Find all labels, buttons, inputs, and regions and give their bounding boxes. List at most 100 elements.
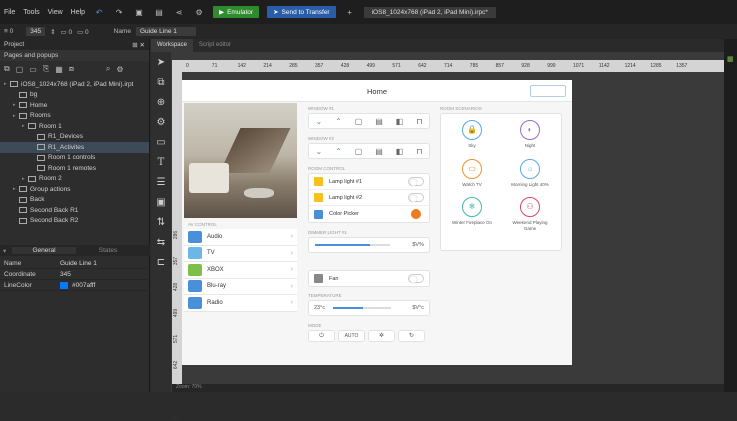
stop-square-icon[interactable]: ▢ (355, 117, 363, 126)
color-swatch-button[interactable] (411, 209, 421, 219)
tree-item[interactable]: ▸ Room 2 (0, 174, 149, 185)
add-popup-icon[interactable]: ▢ (16, 65, 24, 74)
tree-item[interactable]: Room 1 remotes (0, 163, 149, 174)
property-value[interactable]: #007afff (60, 281, 96, 289)
up-chevron-icon[interactable]: ⌃ (335, 147, 342, 156)
settings-gear-icon[interactable]: ⚙ (193, 6, 205, 18)
lamp1-toggle[interactable] (408, 177, 424, 186)
scroll-icon[interactable]: ⊏ (151, 252, 171, 272)
down-chevron-icon[interactable]: ⌄ (315, 117, 322, 126)
scenarios-grid: 🔒 Sky ◐ Night ▭ Watch TV ☼ Morning Light 40% ❄ Wi… (440, 113, 562, 251)
scenario-button[interactable]: 🔒 Sky (452, 120, 492, 149)
group-icon[interactable]: ▦ (55, 65, 63, 74)
gear-tool-icon[interactable]: ⚙ (151, 112, 171, 132)
redo-icon[interactable]: ↷ (113, 6, 125, 18)
tree-item[interactable]: R1_Activites (0, 142, 149, 153)
slider-icon[interactable]: ⇅ (151, 212, 171, 232)
save-icon[interactable]: ▤ (153, 6, 165, 18)
pointer-icon[interactable]: ➤ (151, 52, 171, 72)
tree-item[interactable]: ▸ Home (0, 100, 149, 111)
dimmer-value: $V% (412, 242, 424, 248)
tree-item[interactable]: Back (0, 195, 149, 206)
refresh-icon[interactable]: ↻ (398, 330, 425, 342)
folder-icon (28, 123, 36, 130)
flag-icon[interactable]: ◧ (396, 147, 404, 156)
share-icon[interactable]: ⋖ (173, 6, 185, 18)
scenario-button[interactable]: ☼ Morning Light 40% (510, 158, 550, 188)
dimmer-slider[interactable] (315, 244, 390, 246)
scenario-button[interactable]: ◐ Night (510, 120, 550, 149)
down-chevron-icon[interactable]: ⌄ (315, 147, 322, 156)
close-panel-icon[interactable]: ⊞ ✕ (132, 41, 145, 49)
flag-icon[interactable]: ◧ (396, 117, 404, 126)
duplicate-icon[interactable]: ⧈ (69, 64, 74, 74)
frame-icon[interactable]: ▭ (151, 132, 171, 152)
up-chevron-icon[interactable]: ⌃ (335, 117, 342, 126)
dimmer-slider-card: $V% (308, 237, 430, 253)
property-value[interactable]: 345 (60, 271, 71, 278)
tree-item[interactable]: ▸ Group actions (0, 184, 149, 195)
lock-icon[interactable]: ⊓ (416, 117, 422, 126)
image-icon[interactable]: ▣ (151, 192, 171, 212)
menu-tools[interactable]: Tools (23, 9, 39, 16)
power-icon[interactable]: ⏻ (308, 330, 335, 342)
menu-view[interactable]: View (48, 9, 63, 16)
scenario-button[interactable]: ⚇ Weekend Playing Game (510, 197, 550, 231)
send-to-transfer-button[interactable]: ➤ Send to Transfer (267, 6, 336, 18)
add-item-icon[interactable]: ⊕ (151, 92, 171, 112)
property-value-text: #007afff (72, 281, 96, 289)
scenario-label: Morning Light 40% (511, 181, 549, 187)
tab-workspace[interactable]: Workspace (151, 39, 193, 52)
stop-square-icon[interactable]: ▢ (355, 147, 363, 156)
add-tab-icon[interactable]: + (344, 6, 356, 18)
spin-icon[interactable]: ⇕ (50, 28, 55, 36)
tab-general[interactable]: General (12, 247, 76, 254)
collapse-icon[interactable]: ▾ (0, 247, 12, 255)
text-tool-icon[interactable]: T (151, 152, 171, 172)
av-item[interactable]: TV › (184, 245, 297, 262)
tree-item[interactable]: ▸ Rooms (0, 111, 149, 122)
av-item[interactable]: Audio › (184, 229, 297, 246)
tab-states[interactable]: States (76, 247, 140, 254)
temperature-slider[interactable] (333, 307, 392, 309)
color-swatch[interactable] (60, 281, 68, 289)
open-folder-icon[interactable]: ▣ (133, 6, 145, 18)
scenario-button[interactable]: ❄ Winter Fireplace On (452, 197, 492, 231)
menu-file[interactable]: File (4, 9, 15, 16)
blind-icon[interactable]: ▤ (375, 147, 383, 156)
gear-icon[interactable]: ⚙ (116, 65, 123, 74)
tree-item[interactable]: R1_Devices (0, 132, 149, 143)
tab-script-editor[interactable]: Script editor (193, 39, 237, 52)
copy-icon[interactable]: ⎘ (43, 64, 49, 74)
folder-icon[interactable]: ▭ (29, 65, 37, 74)
list-icon[interactable]: ☰ (151, 172, 171, 192)
guide-coordinate-field[interactable]: 345 (26, 27, 46, 36)
av-item[interactable]: Radio › (184, 295, 297, 312)
tree-item[interactable]: ▸ iOS8_1024x768 (iPad 2, iPad Mini).irpt (0, 79, 149, 90)
tree-item[interactable]: Second Back R2 (0, 216, 149, 227)
lamp2-toggle[interactable] (408, 193, 424, 202)
blind-icon[interactable]: ▤ (375, 117, 383, 126)
undo-icon[interactable]: ↶ (93, 6, 105, 18)
av-item[interactable]: XBOX › (184, 262, 297, 279)
file-tab[interactable]: iOS8_1024x768 (iPad 2, iPad Mini).irpc* (363, 6, 496, 18)
tree-item[interactable]: Second Back R1 (0, 205, 149, 216)
add-page-icon[interactable]: ⧉ (4, 64, 10, 74)
menu-help[interactable]: Help (71, 9, 85, 16)
horizontal-ruler: 0 71 142 214 285 357 428 499 571 642 714 785 857 928 9… (172, 60, 724, 72)
av-item[interactable]: Blu-ray › (184, 278, 297, 295)
mode-auto-button[interactable]: AUTO (338, 330, 365, 342)
name-field[interactable]: Guide Line 1 (136, 27, 196, 36)
fan-toggle[interactable] (408, 274, 424, 283)
search-icon[interactable]: ⌕ (106, 64, 110, 74)
property-value[interactable]: Guide Line 1 (60, 260, 97, 267)
tree-item[interactable]: bg (0, 90, 149, 101)
joystick-icon[interactable]: ⇆ (151, 232, 171, 252)
tree-item[interactable]: Room 1 controls (0, 153, 149, 164)
emulator-button[interactable]: ▶ Emulator (213, 6, 260, 18)
pages-icon[interactable]: ⧉ (151, 72, 171, 92)
snowflake-icon[interactable]: ✲ (368, 330, 395, 342)
lock-icon[interactable]: ⊓ (416, 147, 422, 156)
tree-item[interactable]: ▸ Room 1 (0, 121, 149, 132)
scenario-button[interactable]: ▭ Watch TV (452, 158, 492, 188)
